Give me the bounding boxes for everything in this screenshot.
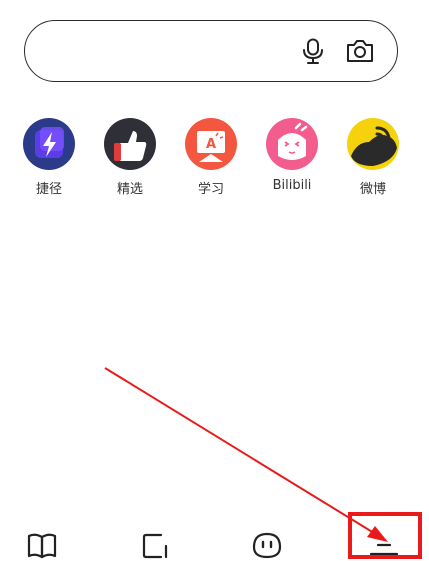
annotation-arrow xyxy=(104,367,388,542)
app-label: Bilibili xyxy=(272,178,312,193)
app-label: 微博 xyxy=(359,182,386,197)
app-study[interactable]: A 学习 xyxy=(176,118,246,208)
quick-apps-row: 捷径 精选 A 学习 Bilibili 微博 xyxy=(0,118,429,208)
app-label: 捷径 xyxy=(35,182,62,197)
svg-text:A: A xyxy=(206,137,216,152)
thumbs-up-icon xyxy=(104,118,156,170)
app-featured[interactable]: 精选 xyxy=(95,118,165,208)
microphone-icon[interactable] xyxy=(301,38,325,64)
menu-icon[interactable] xyxy=(366,530,402,560)
app-shortcut[interactable]: 捷径 xyxy=(14,118,84,208)
app-weibo[interactable]: 微博 xyxy=(338,118,408,208)
smiley-icon[interactable] xyxy=(249,530,285,560)
shortcut-bolt-icon xyxy=(23,118,75,170)
study-board-icon: A xyxy=(185,118,237,170)
bilibili-mascot-icon xyxy=(266,118,318,170)
book-icon[interactable] xyxy=(24,530,60,560)
app-label: 学习 xyxy=(197,182,224,197)
weibo-icon xyxy=(347,118,399,170)
camera-icon[interactable] xyxy=(345,38,375,64)
app-label: 精选 xyxy=(116,182,143,197)
search-bar[interactable] xyxy=(24,20,398,82)
app-bilibili[interactable]: Bilibili xyxy=(257,118,327,208)
tabs-icon[interactable] xyxy=(137,530,173,560)
